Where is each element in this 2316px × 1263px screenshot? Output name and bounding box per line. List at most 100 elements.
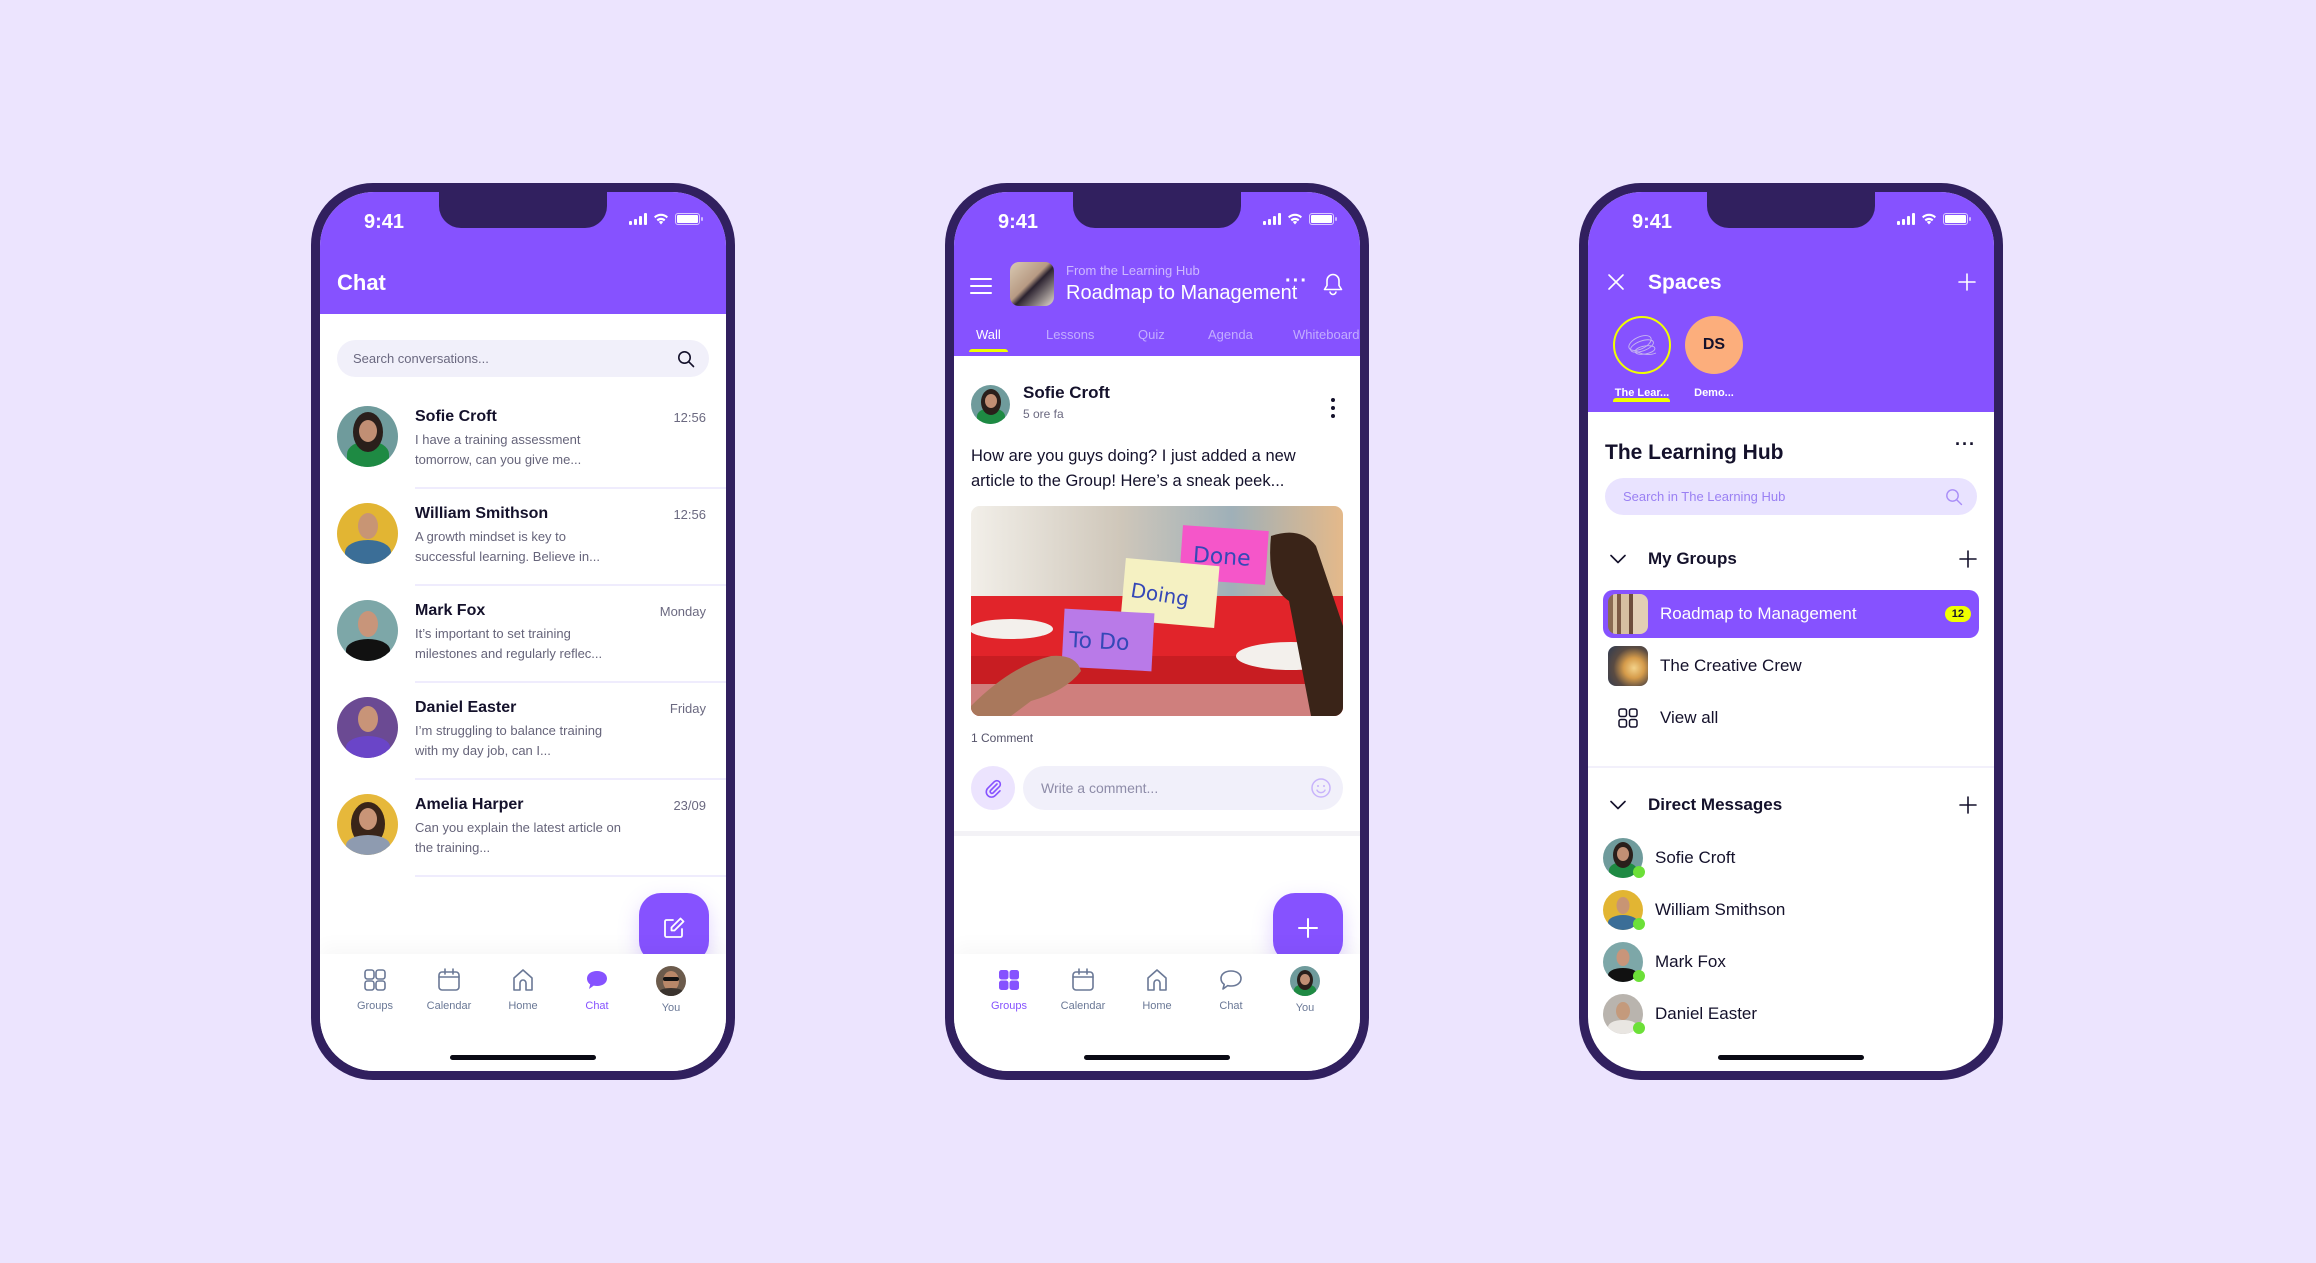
- tab-wall[interactable]: Wall: [969, 327, 1008, 352]
- post-text: How are you guys doing? I just added a n…: [971, 447, 1296, 490]
- compose-message-button[interactable]: [639, 893, 709, 963]
- grid-icon: [999, 970, 1019, 990]
- phone-chat-screen: 9:41 Chat Search conversations... Sofie …: [311, 183, 735, 1080]
- view-all-groups[interactable]: View all: [1603, 694, 1979, 742]
- comment-count[interactable]: 1 Comment: [971, 731, 1033, 745]
- conversation-name: Sofie Croft: [415, 408, 497, 425]
- section-label: My Groups: [1648, 549, 1737, 568]
- avatar-mark-fox: [337, 600, 398, 661]
- signal-icon: [1263, 213, 1281, 225]
- hub-search-input[interactable]: Search in The Learning Hub: [1605, 478, 1977, 515]
- search-conversations-input[interactable]: Search conversations...: [337, 340, 709, 377]
- section-divider: [1588, 766, 1994, 768]
- online-indicator: [1633, 918, 1645, 930]
- direct-messages-section-header[interactable]: Direct Messages: [1605, 790, 1977, 820]
- group-label: The Creative Crew: [1660, 656, 1802, 675]
- nav-you[interactable]: You: [639, 966, 703, 1014]
- nav-home[interactable]: Home: [1125, 966, 1189, 1014]
- add-post-button[interactable]: [1273, 893, 1343, 963]
- group-item-roadmap[interactable]: Roadmap to Management 12: [1603, 590, 1979, 638]
- calendar-icon: [1072, 968, 1094, 991]
- conversation-item[interactable]: Sofie Croft I have a training assessment…: [320, 392, 726, 489]
- conversation-name: Amelia Harper: [415, 796, 524, 813]
- conversation-item[interactable]: William Smithson A growth mindset is key…: [320, 489, 726, 586]
- home-indicator: [1718, 1055, 1864, 1060]
- post-options-icon[interactable]: [1331, 398, 1335, 418]
- nav-chat[interactable]: Chat: [1199, 966, 1263, 1014]
- menu-icon[interactable]: [970, 278, 992, 294]
- wifi-icon: [1922, 213, 1936, 225]
- conversation-item[interactable]: Mark Fox It’s important to set training …: [320, 586, 726, 683]
- nav-you[interactable]: You: [1273, 966, 1337, 1014]
- more-options-icon[interactable]: ···: [1285, 270, 1308, 293]
- close-icon[interactable]: [1606, 272, 1626, 292]
- dm-item[interactable]: Sofie Croft: [1603, 836, 1979, 880]
- conversation-item[interactable]: Daniel Easter I’m struggling to balance …: [320, 683, 726, 780]
- conversation-time: 12:56: [673, 410, 706, 425]
- conversation-time: 12:56: [673, 507, 706, 522]
- nav-calendar[interactable]: Calendar: [1051, 966, 1115, 1014]
- bell-icon[interactable]: [1322, 272, 1344, 296]
- hub-options-icon[interactable]: ···: [1955, 434, 1976, 455]
- post-author-name[interactable]: Sofie Croft: [1023, 383, 1110, 403]
- chat-bubble-icon: [587, 971, 607, 989]
- group-title: Roadmap to Management: [1066, 282, 1298, 304]
- search-icon[interactable]: [677, 350, 695, 368]
- space-initials: DS: [1702, 336, 1726, 353]
- chevron-down-icon[interactable]: [1610, 554, 1626, 564]
- conversation-item[interactable]: Amelia Harper Can you explain the latest…: [320, 780, 726, 877]
- nav-label: Home: [508, 1000, 538, 1012]
- conversation-time: Monday: [659, 604, 706, 619]
- my-groups-section-header[interactable]: My Groups: [1605, 544, 1977, 574]
- post-author-avatar[interactable]: [971, 385, 1010, 424]
- group-thumbnail: [1010, 262, 1054, 306]
- nav-chat[interactable]: Chat: [565, 966, 629, 1014]
- sticky-notes-photo: Done Doing To Do: [971, 506, 1343, 716]
- section-label: Direct Messages: [1648, 795, 1783, 814]
- home-indicator: [1084, 1055, 1230, 1060]
- hub-title: The Learning Hub: [1605, 441, 1784, 464]
- notch: [1073, 192, 1241, 228]
- nav-label: You: [1295, 1002, 1315, 1014]
- profile-avatar: [1290, 966, 1320, 996]
- space-demo[interactable]: DS Demo...: [1685, 316, 1743, 399]
- phone-group-screen: 9:41 From the Learning Hub Roadmap to Ma…: [945, 183, 1369, 1080]
- add-dm-icon[interactable]: [1959, 796, 1977, 814]
- avatar-william-smithson: [1603, 890, 1645, 930]
- dm-item[interactable]: Daniel Easter: [1603, 992, 1979, 1036]
- tab-agenda[interactable]: Agenda: [1208, 327, 1253, 342]
- dm-name: Sofie Croft: [1655, 848, 1736, 867]
- space-learning-hub[interactable]: The Lear...: [1613, 316, 1671, 399]
- nav-groups[interactable]: Groups: [977, 966, 1041, 1014]
- view-all-label: View all: [1660, 708, 1719, 727]
- calendar-icon: [438, 968, 460, 991]
- attach-button[interactable]: [971, 766, 1015, 810]
- bottom-nav: Groups Calendar Home Chat You: [954, 954, 1360, 1071]
- add-group-icon[interactable]: [1959, 550, 1977, 568]
- comment-input[interactable]: Write a comment...: [1023, 766, 1343, 810]
- tab-whiteboard[interactable]: Whiteboard: [1293, 327, 1359, 342]
- nav-home[interactable]: Home: [491, 966, 555, 1014]
- dm-item[interactable]: Mark Fox: [1603, 940, 1979, 984]
- nav-groups[interactable]: Groups: [343, 966, 407, 1014]
- grid-icon: [364, 969, 386, 991]
- tab-lessons[interactable]: Lessons: [1046, 327, 1094, 342]
- search-icon[interactable]: [1945, 488, 1963, 506]
- chevron-down-icon[interactable]: [1610, 800, 1626, 810]
- add-space-icon[interactable]: [1957, 272, 1977, 292]
- notch: [1707, 192, 1875, 228]
- grid-icon: [1618, 708, 1638, 728]
- post-timestamp: 5 ore fa: [1023, 407, 1064, 421]
- tab-quiz[interactable]: Quiz: [1138, 327, 1165, 342]
- group-item-creative-crew[interactable]: The Creative Crew: [1603, 642, 1979, 690]
- dm-item[interactable]: William Smithson: [1603, 888, 1979, 932]
- nav-label: Calendar: [1060, 1000, 1106, 1012]
- home-icon: [513, 969, 533, 991]
- post-image[interactable]: Done Doing To Do: [971, 506, 1343, 716]
- group-label: Roadmap to Management: [1660, 604, 1857, 623]
- unread-badge: 12: [1944, 606, 1971, 622]
- nav-calendar[interactable]: Calendar: [417, 966, 481, 1014]
- emoji-icon[interactable]: [1310, 777, 1332, 799]
- conversation-preview: I have a training assessment tomorrow, c…: [415, 432, 582, 467]
- battery-icon: [1943, 213, 1971, 225]
